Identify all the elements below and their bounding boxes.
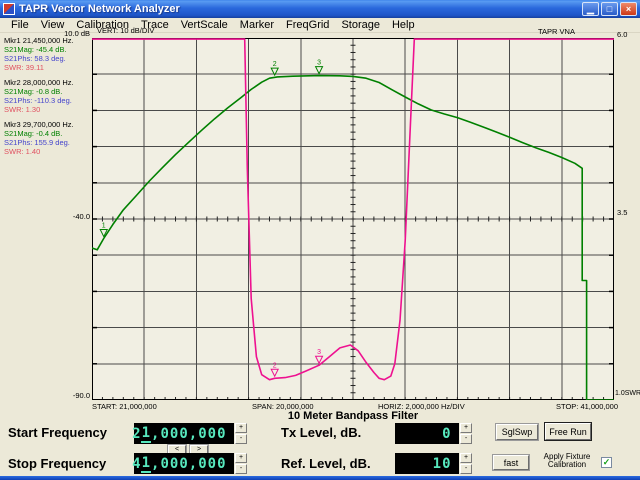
ref-level-increment-button[interactable]: + xyxy=(460,453,472,463)
free-run-button[interactable]: Free Run xyxy=(545,423,591,440)
start-frequency-label: Start Frequency xyxy=(8,425,107,440)
title-bar[interactable]: TAPR Vector Network Analyzer ▁ □ × xyxy=(0,0,640,18)
menu-marker[interactable]: Marker xyxy=(234,19,280,31)
apply-fixture-checkbox[interactable]: ✓ xyxy=(601,457,612,468)
svg-text:1: 1 xyxy=(102,223,106,230)
tx-level-label: Tx Level, dB. xyxy=(281,425,362,440)
marker2-s21phs: S21Phs: -110.3 deg. xyxy=(4,96,72,105)
maximize-button[interactable]: □ xyxy=(601,2,618,16)
svg-text:2: 2 xyxy=(273,61,277,68)
start-frequency-increment-button[interactable]: + xyxy=(235,423,247,433)
marker2-swr: SWR: 1.30 xyxy=(4,105,41,114)
close-button[interactable]: × xyxy=(620,2,637,16)
tx-level-decrement-button[interactable]: - xyxy=(460,434,472,444)
marker3-s21mag: S21Mag: -0.4 dB. xyxy=(4,129,63,138)
minimize-button[interactable]: ▁ xyxy=(582,2,599,16)
marker2-s21mag: S21Mag: -0.8 dB. xyxy=(4,87,63,96)
vert-scale-label: VERT: 10 dB/DIV xyxy=(97,26,155,35)
ref-level-decrement-button[interactable]: - xyxy=(460,464,472,474)
apply-fixture-label-line2: Calibration xyxy=(547,460,587,469)
marker1-s21mag: S21Mag: -45.4 dB. xyxy=(4,45,67,54)
swr-axis-top-label: 6.0 xyxy=(617,30,628,39)
marker3-title: Mkr3 29,700,000 Hz. xyxy=(4,120,74,129)
start-frequency-spinner: + - xyxy=(235,423,247,444)
swr-axis-bottom-label: 1.0SWR xyxy=(615,390,640,397)
menu-storage[interactable]: Storage xyxy=(335,19,386,31)
stop-frequency-increment-button[interactable]: + xyxy=(235,453,247,463)
apply-fixture-label: Apply Fixture Calibration xyxy=(536,453,598,469)
app-window: TAPR Vector Network Analyzer ▁ □ × File … xyxy=(0,0,640,480)
stop-frequency-spinner: + - xyxy=(235,453,247,474)
tx-level-increment-button[interactable]: + xyxy=(460,423,472,433)
swr-axis-mid-label: 3.5 xyxy=(617,208,628,217)
marker3-readout: Mkr3 29,700,000 Hz. S21Mag: -0.4 dB. S21… xyxy=(4,120,90,156)
ref-level-field[interactable]: 10 xyxy=(395,453,459,474)
menu-file[interactable]: File xyxy=(5,19,35,31)
marker1-swr: SWR: 39.11 xyxy=(4,63,44,72)
start-frequency-field[interactable]: 21,000,000 xyxy=(132,423,234,444)
marker1-readout: Mkr1 21,450,000 Hz. S21Mag: -45.4 dB. S2… xyxy=(4,36,90,72)
window-controls: ▁ □ × xyxy=(582,2,637,16)
marker1-s21phs: S21Phs: 58.3 deg. xyxy=(4,54,66,63)
plot-area[interactable]: 1 2 3 2 3 xyxy=(92,38,614,400)
marker-readout-panel: Mkr1 21,450,000 Hz. S21Mag: -45.4 dB. S2… xyxy=(4,36,90,162)
window-title: TAPR Vector Network Analyzer xyxy=(19,3,180,15)
fast-button[interactable]: fast xyxy=(493,455,529,470)
brand-label: TAPR VNA xyxy=(538,27,575,36)
marker2-readout: Mkr2 28,000,000 Hz. S21Mag: -0.8 dB. S21… xyxy=(4,78,90,114)
db-axis-bottom-label: -90.0 xyxy=(72,391,90,400)
menu-vertscale[interactable]: VertScale xyxy=(175,19,234,31)
tx-level-field[interactable]: 0 xyxy=(395,423,459,444)
marker3-s21phs: S21Phs: 155.9 deg. xyxy=(4,138,70,147)
tx-level-spinner: + - xyxy=(460,423,472,444)
ref-level-spinner: + - xyxy=(460,453,472,474)
marker3-swr: SWR: 1.40 xyxy=(4,147,41,156)
ref-level-label: Ref. Level, dB. xyxy=(281,456,371,471)
single-sweep-button[interactable]: SglSwp xyxy=(496,424,538,440)
chart-canvas: 1 2 3 2 3 xyxy=(92,38,614,400)
menu-freqgrid[interactable]: FreqGrid xyxy=(280,19,335,31)
menu-help[interactable]: Help xyxy=(386,19,421,31)
stop-frequency-decrement-button[interactable]: - xyxy=(235,464,247,474)
db-axis-mid-label: -40.0 xyxy=(72,212,90,221)
app-icon xyxy=(3,3,15,15)
svg-text:2: 2 xyxy=(273,362,277,369)
db-axis-top-label: 10.0 dB xyxy=(64,29,90,38)
stop-frequency-label: Stop Frequency xyxy=(8,456,107,471)
start-frequency-decrement-button[interactable]: - xyxy=(235,434,247,444)
marker2-title: Mkr2 28,000,000 Hz. xyxy=(4,78,74,87)
chart-caption: 10 Meter Bandpass Filter xyxy=(287,410,419,422)
svg-text:3: 3 xyxy=(317,349,321,356)
svg-text:3: 3 xyxy=(317,60,321,67)
stop-frequency-field[interactable]: 41,000,000 xyxy=(132,453,234,474)
window-bottom-border xyxy=(0,476,640,480)
